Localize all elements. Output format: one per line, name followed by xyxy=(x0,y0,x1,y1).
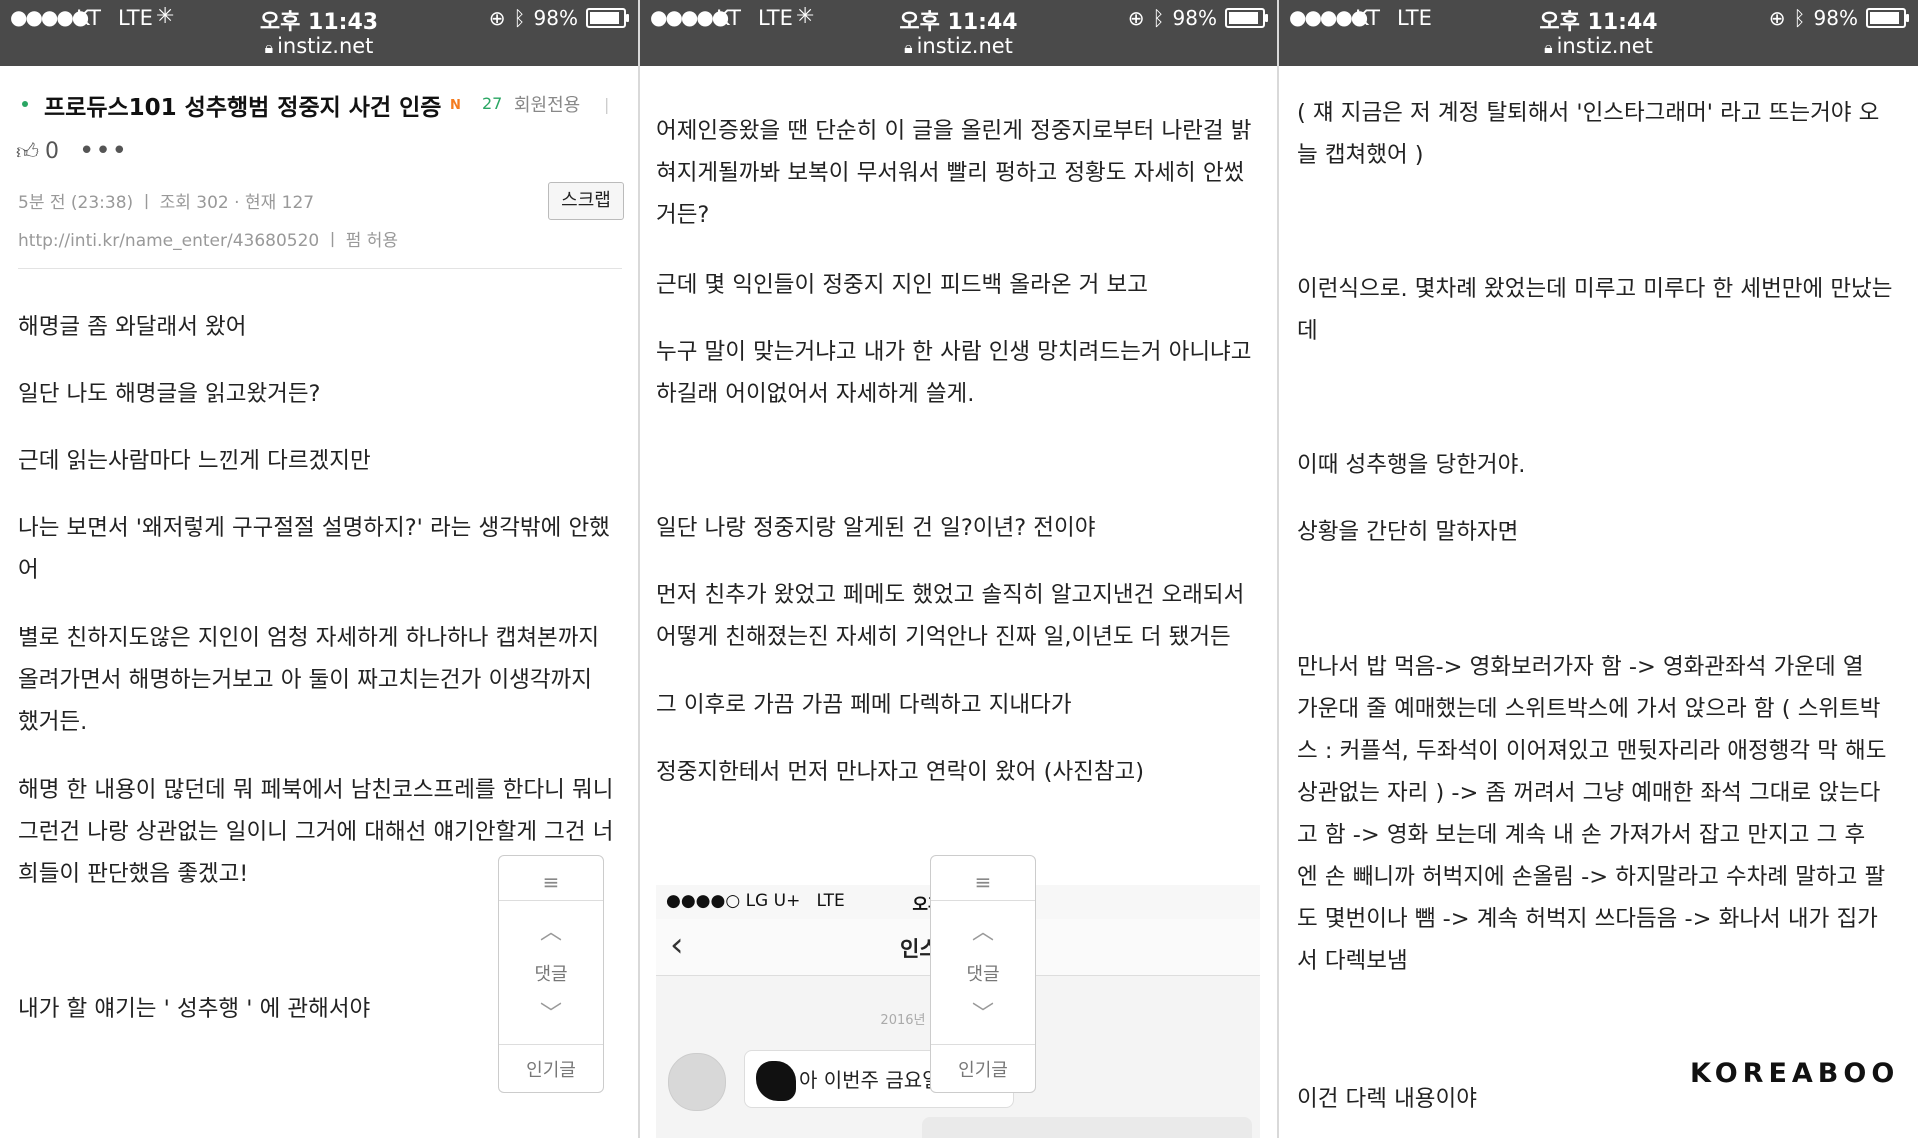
paragraph: 나는 보면서 '왜저렇게 구구절절 설명하지?' 라는 생각밖에 안했 어 xyxy=(18,515,610,583)
menu-icon[interactable]: ≡ xyxy=(931,870,1035,894)
post-title: 프로듀스101 성추행범 정중지 사건 인증 xyxy=(44,95,442,121)
panel-3: ●●●●● KT LTE 오후 11:44 ⊕ ᛒ 98% 🔒︎ instiz.n… xyxy=(1279,0,1918,1138)
url-text: instiz.net xyxy=(277,34,374,58)
nav-divider xyxy=(931,1044,1035,1045)
rotation-lock-icon: ⊕ xyxy=(488,6,506,30)
scroll-up-icon[interactable]: ︿ xyxy=(499,914,603,946)
panel-1: ●●●●● KT LTE ✳ 오후 11:43 ⊕ ᛒ 98% 🔒︎ instiz… xyxy=(0,0,638,1138)
paragraph: 일단 나도 해명글을 읽고왔거든? xyxy=(18,381,321,407)
lock-icon: 🔒︎ xyxy=(264,38,274,57)
nav-divider xyxy=(499,900,603,901)
paragraph: 근데 읽는사람마다 느낀게 다르겠지만 xyxy=(18,448,371,474)
title-bullet-icon xyxy=(22,101,28,107)
battery-percent: 98% xyxy=(1172,6,1217,30)
status-right: ⊕ ᛒ 98% xyxy=(1768,6,1909,30)
popular-posts-button[interactable]: 인기글 xyxy=(499,1056,603,1082)
like-row: 👍︎ 0 ••• xyxy=(16,136,128,166)
paragraph: 이런식으로. 몇차례 왔었는데 미루고 미루다 한 세번만에 만났는 데 xyxy=(1297,276,1893,344)
members-only-label: 회원전용 xyxy=(514,95,581,116)
paragraph: 어제인증왔을 땐 단순히 이 글을 올린게 정중지로부터 나란걸 밝 혀지게될까… xyxy=(656,118,1252,228)
floating-nav: ≡ ︿ 댓글 ﹀ 인기글 xyxy=(498,855,604,1093)
new-badge: N xyxy=(450,98,461,113)
paragraph: 일단 나랑 정중지랑 알게된 건 일?이년? 전이야 xyxy=(656,515,1096,541)
rotation-lock-icon: ⊕ xyxy=(1127,6,1145,30)
scroll-down-icon[interactable]: ﹀ xyxy=(931,996,1035,1028)
paragraph: 해명글 좀 와달래서 왔어 xyxy=(18,314,247,340)
paragraph: 근데 몇 익인들이 정중지 지인 피드백 올라온 거 보고 xyxy=(656,272,1148,298)
battery-percent: 98% xyxy=(533,6,578,30)
scroll-down-icon[interactable]: ﹀ xyxy=(499,996,603,1028)
url-text: instiz.net xyxy=(916,34,1013,58)
url-bar[interactable]: 🔒︎ instiz.net xyxy=(640,34,1277,58)
bluetooth-icon: ᛒ xyxy=(1793,6,1806,30)
status-bar: ●●●●● KT LTE 오후 11:44 ⊕ ᛒ 98% 🔒︎ instiz.n… xyxy=(1279,0,1918,66)
paragraph: 먼저 친추가 왔었고 페메도 했었고 솔직히 알고지낸건 오래되서 어떻게 친해… xyxy=(656,582,1245,650)
separator: | xyxy=(604,95,610,114)
battery-percent: 98% xyxy=(1813,6,1858,30)
status-right: ⊕ ᛒ 98% xyxy=(488,6,629,30)
more-options-icon[interactable]: ••• xyxy=(79,136,128,166)
battery-icon xyxy=(1225,8,1268,28)
divider xyxy=(18,268,622,269)
nav-divider xyxy=(931,900,1035,901)
thumbs-up-icon[interactable]: 👍︎ xyxy=(16,138,39,165)
menu-icon[interactable]: ≡ xyxy=(499,870,603,894)
bluetooth-icon: ᛒ xyxy=(513,6,526,30)
redaction-mark xyxy=(756,1061,796,1101)
paragraph: 내가 할 얘기는 ' 성추행 ' 에 관해서야 xyxy=(18,996,371,1022)
url-text: instiz.net xyxy=(1556,34,1653,58)
url-bar[interactable]: 🔒︎ instiz.net xyxy=(0,34,638,58)
comment-count[interactable]: 27 xyxy=(482,94,502,113)
paragraph: 상황을 간단히 말하자면 xyxy=(1297,519,1519,545)
lock-icon: 🔒︎ xyxy=(1544,38,1553,57)
avatar xyxy=(668,1053,726,1111)
comments-button[interactable]: 댓글 xyxy=(931,960,1035,986)
paragraph: 이때 성추행을 당한거야. xyxy=(1297,452,1526,478)
paragraph: 그 이후로 가끔 가끔 페메 다렉하고 지내다가 xyxy=(656,692,1072,718)
paragraph: 별로 친하지도않은 지인이 엄청 자세하게 하나하나 캡쳐본까지 올려가면서 해… xyxy=(18,625,600,735)
battery-icon xyxy=(586,8,629,28)
bluetooth-icon: ᛒ xyxy=(1152,6,1165,30)
message-bubble-partial xyxy=(922,1117,1252,1138)
paragraph: 누구 말이 맞는거냐고 내가 한 사람 인생 망치려드는거 아니냐고 하길래 어… xyxy=(656,339,1252,407)
paragraph: 정중지한테서 먼저 만나자고 연락이 왔어 (사진참고) xyxy=(656,759,1145,785)
rotation-lock-icon: ⊕ xyxy=(1768,6,1786,30)
url-bar[interactable]: 🔒︎ instiz.net xyxy=(1279,34,1918,58)
scrap-button[interactable]: 스크랩 xyxy=(548,182,624,220)
floating-nav: ≡ ︿ 댓글 ﹀ 인기글 xyxy=(930,855,1036,1093)
paragraph: 이건 다렉 내용이야 xyxy=(1297,1086,1477,1112)
scroll-up-icon[interactable]: ︿ xyxy=(931,914,1035,946)
status-right: ⊕ ᛒ 98% xyxy=(1127,6,1268,30)
like-count: 0 xyxy=(45,138,59,164)
post-link[interactable]: http://inti.kr/name_enter/43680520 ㅣ 펌 허… xyxy=(18,226,398,251)
paragraph: ( 쟤 지금은 저 계정 탈퇴해서 '인스타그래머' 라고 뜨는거야 오 늘 캡… xyxy=(1297,100,1880,168)
comments-button[interactable]: 댓글 xyxy=(499,960,603,986)
status-bar: ●●●●● KT LTE ✳ 오후 11:44 ⊕ ᛒ 98% 🔒︎ instiz… xyxy=(640,0,1277,66)
lock-icon: 🔒︎ xyxy=(904,38,913,57)
post-meta: 5분 전 (23:38) ㅣ 조회 302 · 현재 127 xyxy=(18,193,315,213)
panel-2: ●●●●● KT LTE ✳ 오후 11:44 ⊕ ᛒ 98% 🔒︎ instiz… xyxy=(640,0,1277,1138)
paragraph: 만나서 밥 먹음-> 영화보러가자 함 -> 영화관좌석 가운데 열 가운대 줄… xyxy=(1297,654,1887,974)
battery-icon xyxy=(1866,8,1909,28)
nav-divider xyxy=(499,1044,603,1045)
watermark-logo: KOREABOO xyxy=(1690,1058,1900,1089)
popular-posts-button[interactable]: 인기글 xyxy=(931,1056,1035,1082)
status-bar: ●●●●● KT LTE ✳ 오후 11:43 ⊕ ᛒ 98% 🔒︎ instiz… xyxy=(0,0,638,66)
